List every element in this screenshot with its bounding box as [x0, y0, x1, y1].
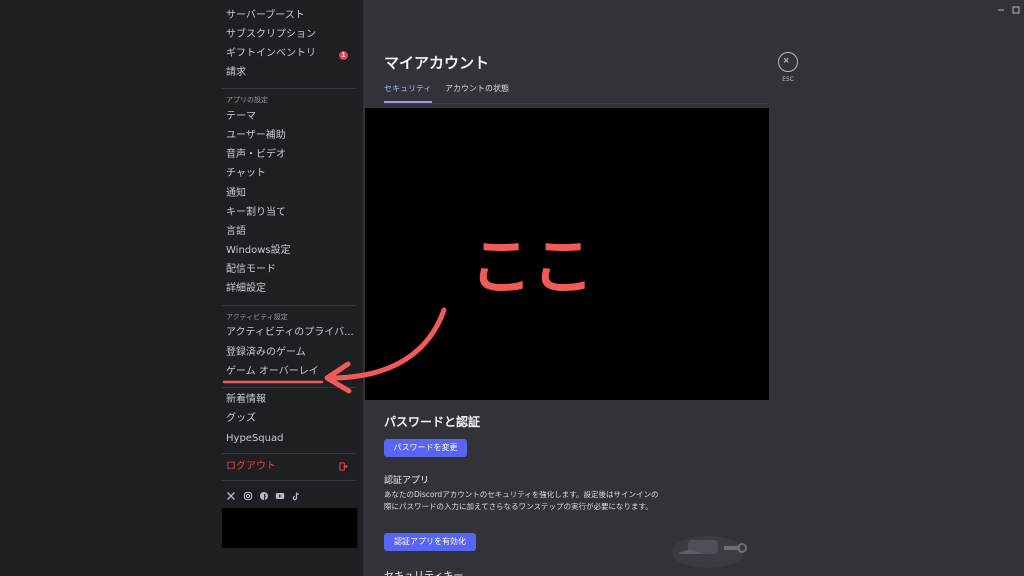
auth-app-title: 認証アプリ: [384, 476, 430, 486]
notification-badge: 1: [339, 51, 348, 60]
change-password-button[interactable]: パスワードを変更: [384, 439, 467, 457]
sidebar-item-gift-inventory[interactable]: ギフトインベントリ: [226, 48, 316, 60]
redacted-area: [222, 508, 357, 548]
sidebar-item-billing[interactable]: 請求: [226, 67, 246, 79]
sidebar-divider: [222, 88, 356, 89]
active-tab-indicator: [384, 101, 432, 103]
instagram-icon[interactable]: [243, 491, 253, 501]
sidebar-item-windows-settings[interactable]: Windows設定: [226, 245, 291, 257]
sidebar-item-chat[interactable]: チャット: [226, 168, 266, 180]
sidebar-item-server-boost[interactable]: サーバーブースト: [226, 10, 305, 22]
minimize-icon[interactable]: [996, 5, 1006, 15]
auth-app-description: あなたのDiscordアカウントのセキュリティを強化します。設定後はサインインの…: [384, 490, 659, 511]
sidebar-divider: [222, 305, 356, 306]
enable-auth-app-button[interactable]: 認証アプリを有効化: [384, 533, 476, 551]
sidebar-item-voice-video[interactable]: 音声・ビデオ: [226, 149, 286, 161]
close-button[interactable]: [778, 52, 798, 72]
close-icon: [783, 57, 789, 63]
main-content: マイアカウント セキュリティ アカウントの状態 ESC パスワードと認証 パスワ…: [363, 0, 1024, 576]
settings-sidebar: サーバーブースト サブスクリプション ギフトインベントリ 1 請求 アプリの設定…: [0, 0, 363, 576]
redacted-area: [365, 108, 769, 400]
esc-label: ESC: [782, 76, 794, 83]
tab-divider: [384, 103, 768, 104]
tab-account-status[interactable]: アカウントの状態: [445, 84, 509, 94]
sidebar-item-whats-new[interactable]: 新着情報: [226, 394, 266, 406]
sidebar-divider: [222, 387, 356, 388]
x-icon[interactable]: [226, 491, 236, 501]
sidebar-item-streamer-mode[interactable]: 配信モード: [226, 264, 276, 276]
tiktok-icon[interactable]: [291, 491, 301, 501]
sidebar-header-app-settings: アプリの設定: [226, 96, 268, 104]
logout-icon: [339, 462, 348, 471]
sidebar-item-registered-games[interactable]: 登録済みのゲーム: [226, 347, 306, 359]
maximize-icon[interactable]: [1011, 5, 1021, 15]
sidebar-item-keybinds[interactable]: キー割り当て: [226, 207, 286, 219]
sidebar-item-theme[interactable]: テーマ: [226, 111, 256, 123]
sidebar-item-advanced[interactable]: 詳細設定: [226, 283, 266, 295]
sidebar-divider: [222, 480, 356, 481]
facebook-icon[interactable]: [259, 491, 269, 501]
tab-security[interactable]: セキュリティ: [384, 84, 432, 94]
sidebar-item-subscriptions[interactable]: サブスクリプション: [226, 29, 316, 41]
sidebar-item-hypesquad[interactable]: HypeSquad: [226, 433, 283, 445]
logout-button[interactable]: ログアウト: [226, 461, 276, 473]
password-section-title: パスワードと認証: [384, 415, 481, 429]
page-title: マイアカウント: [384, 54, 490, 72]
sidebar-item-activity-privacy[interactable]: アクティビティのプライバ...: [226, 327, 354, 339]
sidebar-item-game-overlay[interactable]: ゲーム オーバーレイ: [226, 366, 319, 378]
sidebar-item-accessibility[interactable]: ユーザー補助: [226, 130, 286, 142]
sidebar-item-merch[interactable]: グッズ: [226, 413, 256, 425]
security-key-title: セキュリティキー: [384, 567, 463, 576]
sidebar-item-notifications[interactable]: 通知: [226, 188, 246, 200]
sidebar-item-language[interactable]: 言語: [226, 226, 246, 238]
youtube-icon[interactable]: [275, 491, 285, 501]
sidebar-header-activity: アクティビティ設定: [226, 313, 288, 321]
sidebar-divider: [222, 453, 356, 454]
auth-app-illustration: [672, 536, 747, 568]
